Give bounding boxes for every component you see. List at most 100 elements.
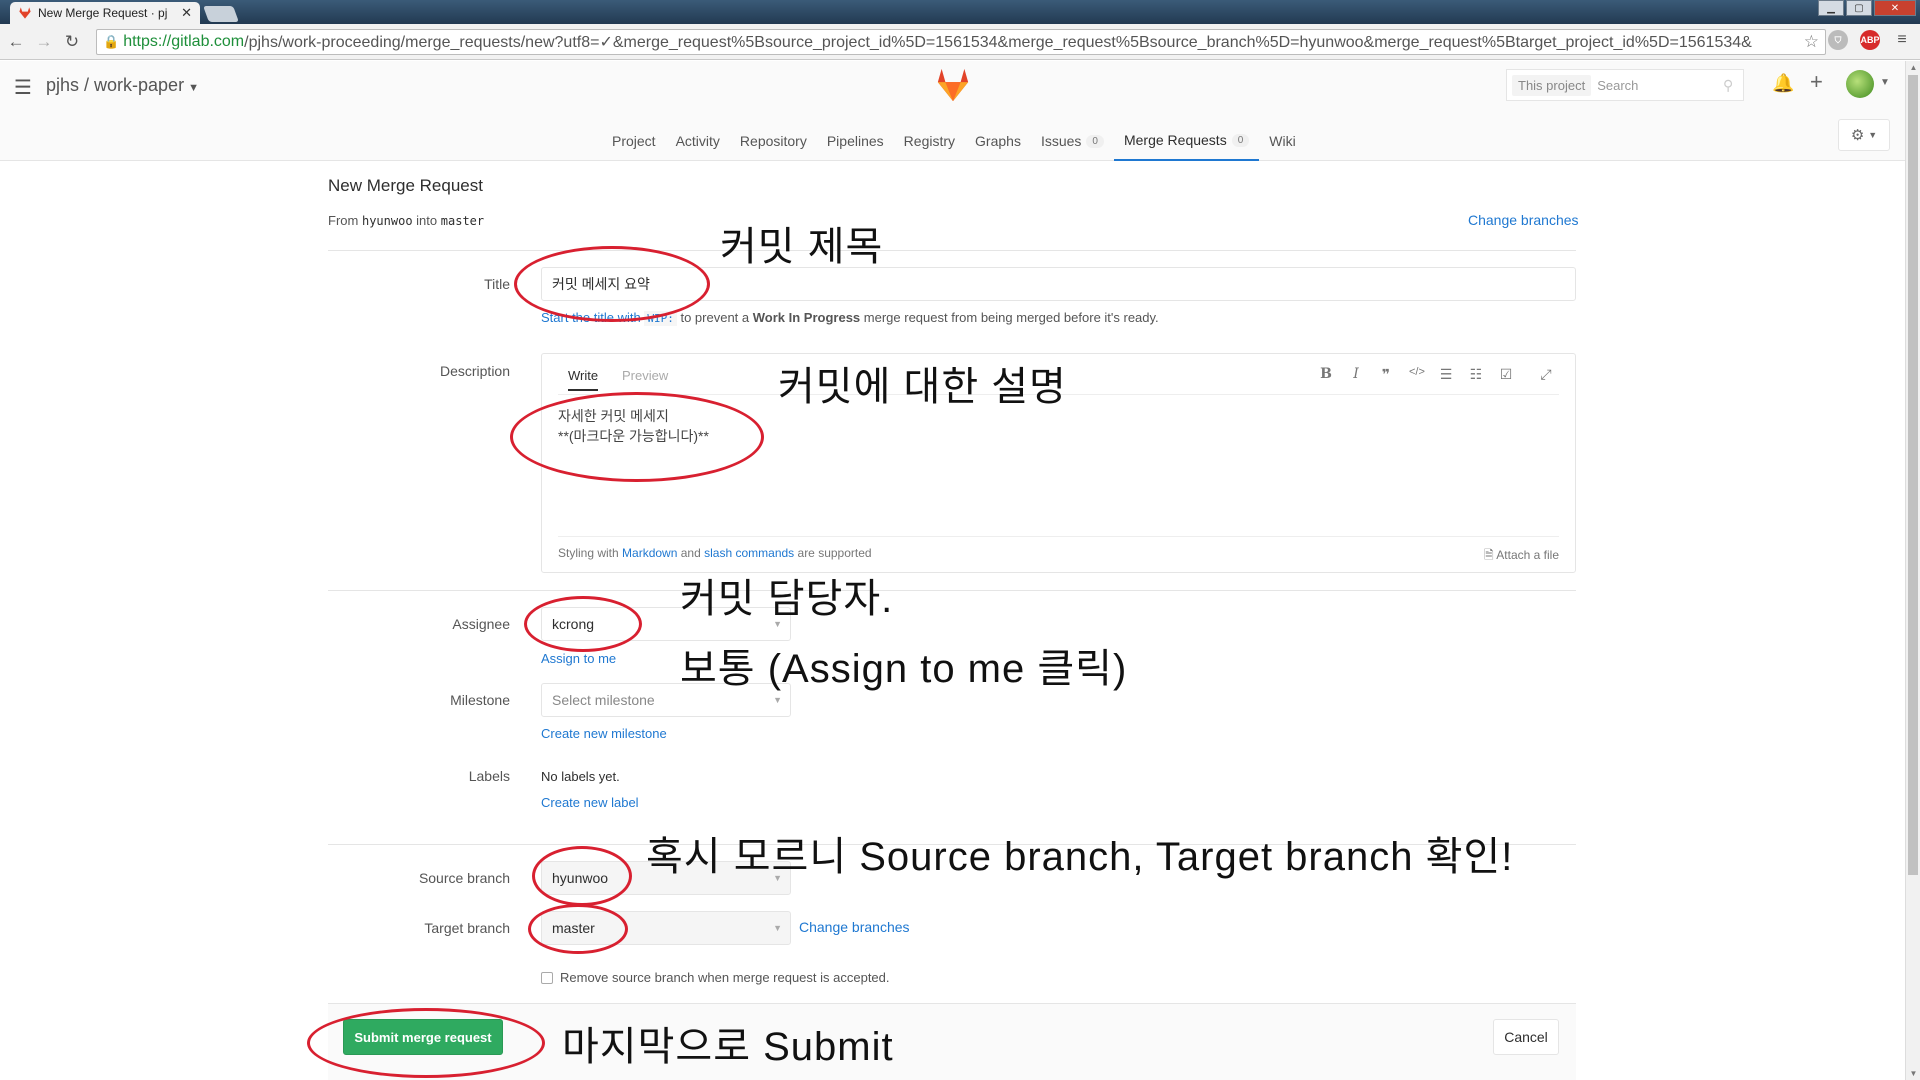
search-scope-badge[interactable]: This project [1512,74,1592,96]
tab-wiki[interactable]: Wiki [1259,121,1305,161]
tab-issues[interactable]: Issues 0 [1031,121,1114,161]
bookmark-star-icon[interactable]: ☆ [1804,32,1819,52]
no-labels-text: No labels yet. [541,769,620,784]
shield-extension-icon[interactable]: ⛉ [1828,30,1848,50]
task-list-icon[interactable]: ☑ [1499,366,1513,383]
lock-icon: 🔒 [103,34,120,49]
scrollbar[interactable]: ▲ ▼ [1905,61,1920,1080]
branch-summary: From hyunwoo into master [328,213,485,228]
bullet-list-icon[interactable]: ☰ [1439,366,1453,383]
project-path-label: pjhs / work-paper [46,75,185,95]
reload-icon[interactable]: ↻ [60,30,84,54]
tab-merge-requests[interactable]: Merge Requests 0 [1113,121,1260,161]
gitlab-header: ☰ pjhs / work-paper ▼ This project Search… [0,61,1905,161]
labels-label: Labels [468,768,510,784]
annotation-submit: 마지막으로 Submit [562,1025,894,1069]
project-path-dropdown[interactable]: pjhs / work-paper ▼ [46,75,199,96]
scroll-down-icon[interactable]: ▼ [1906,1069,1920,1078]
chrome-menu-icon[interactable]: ≡ [1892,30,1912,50]
browser-titlebar: New Merge Request · pj ✕ ▁ ▢ ✕ [0,0,1920,24]
markdown-toolbar: B I ❞ </> ☰ ☷ ☑ ⤢ [1319,366,1553,383]
assign-to-me-link[interactable]: Assign to me [541,651,616,666]
maximize-icon[interactable]: ▢ [1846,0,1872,16]
gitlab-favicon-icon [19,7,31,19]
tab-pipelines[interactable]: Pipelines [817,121,894,161]
fullscreen-icon[interactable]: ⤢ [1539,366,1553,383]
italic-icon[interactable]: I [1349,366,1363,383]
annotation-ring-title [514,246,710,322]
annotation-ring-description [510,392,764,482]
chevron-down-icon: ▼ [773,695,782,705]
attach-file-button[interactable]: 🗎 Attach a file [1484,546,1559,567]
file-icon: 🗎 [1483,548,1494,562]
annotation-ring-target-branch [528,904,628,954]
scrollbar-thumb[interactable] [1908,75,1918,875]
code-icon[interactable]: </> [1409,366,1425,383]
tab-graphs[interactable]: Graphs [965,121,1031,161]
change-branches-link[interactable]: Change branches [1468,212,1579,228]
markdown-link[interactable]: Markdown [622,546,677,560]
chevron-down-icon: ▼ [188,82,199,94]
hamburger-menu-icon[interactable]: ☰ [14,75,32,100]
browser-toolbar: ← → ↻ 🔒 https://gitlab.com /pjhs/work-pr… [0,24,1920,60]
caret-down-icon: ▼ [1868,130,1878,140]
bold-icon[interactable]: B [1319,366,1333,383]
tab-activity[interactable]: Activity [666,121,730,161]
search-box[interactable]: This project Search ⚲ [1506,69,1744,101]
scroll-up-icon[interactable]: ▲ [1906,63,1920,72]
target-branch-name: master [440,214,485,228]
cancel-button[interactable]: Cancel [1493,1019,1559,1055]
browser-tab[interactable]: New Merge Request · pj ✕ [10,2,200,24]
description-label: Description [439,363,510,379]
annotation-assign-to-me: 보통 (Assign to me 클릭) [680,647,1128,691]
tab-registry[interactable]: Registry [894,121,965,161]
forward-icon[interactable]: → [32,30,56,54]
slash-commands-link[interactable]: slash commands [704,546,794,560]
address-bar[interactable]: 🔒 https://gitlab.com /pjhs/work-proceedi… [96,29,1826,55]
browser-tab-title: New Merge Request · pj [38,6,168,20]
avatar[interactable] [1846,70,1874,98]
create-milestone-link[interactable]: Create new milestone [541,726,667,741]
close-window-icon[interactable]: ✕ [1874,0,1916,16]
page-title: New Merge Request [328,176,483,195]
settings-dropdown-button[interactable]: ⚙ ▼ [1838,119,1890,151]
tab-repository[interactable]: Repository [730,121,817,161]
minimize-icon[interactable]: ▁ [1818,0,1844,16]
chevron-down-icon: ▼ [773,923,782,933]
tab-write[interactable]: Write [568,368,599,391]
source-branch-label: Source branch [418,870,510,886]
adblock-extension-icon[interactable]: ABP [1860,30,1880,50]
title-label: Title [484,276,510,292]
annotation-assignee: 커밋 담당자. [680,577,894,621]
tab-close-icon[interactable]: ✕ [181,5,192,21]
annotation-description: 커밋에 대한 설명 [778,365,1067,409]
issues-count-badge: 0 [1086,134,1104,148]
back-icon[interactable]: ← [4,30,28,54]
quote-icon[interactable]: ❞ [1379,366,1393,383]
divider [328,590,1576,591]
gitlab-logo-icon[interactable] [934,67,972,103]
numbered-list-icon[interactable]: ☷ [1469,366,1483,383]
bell-icon[interactable]: 🔔 [1772,73,1794,94]
search-input[interactable]: Search [1597,78,1723,93]
annotation-ring-assignee [524,596,642,652]
markdown-help: Styling with Markdown and slash commands… [558,546,872,560]
gear-icon: ⚙ [1850,127,1865,144]
avatar-chevron-down-icon[interactable]: ▼ [1880,77,1890,88]
annotation-branches: 혹시 모르니 Source branch, Target branch 확인! [646,835,1514,879]
remove-source-branch-label: Remove source branch when merge request … [560,970,890,985]
merge-requests-count-badge: 0 [1231,133,1250,147]
tab-project[interactable]: Project [602,121,666,161]
create-label-link[interactable]: Create new label [541,795,639,810]
annotation-ring-source-branch [532,846,632,906]
url-host: https://gitlab.com [123,33,245,50]
change-branches-link-bottom[interactable]: Change branches [799,919,910,935]
plus-icon[interactable]: + [1810,69,1823,95]
annotation-title: 커밋 제목 [720,225,884,269]
assignee-label: Assignee [452,616,510,632]
tab-preview[interactable]: Preview [622,368,668,383]
remove-source-branch-checkbox[interactable] [541,972,553,984]
milestone-label: Milestone [450,692,510,708]
new-tab-button[interactable] [203,6,239,22]
source-branch-name: hyunwoo [361,214,413,228]
